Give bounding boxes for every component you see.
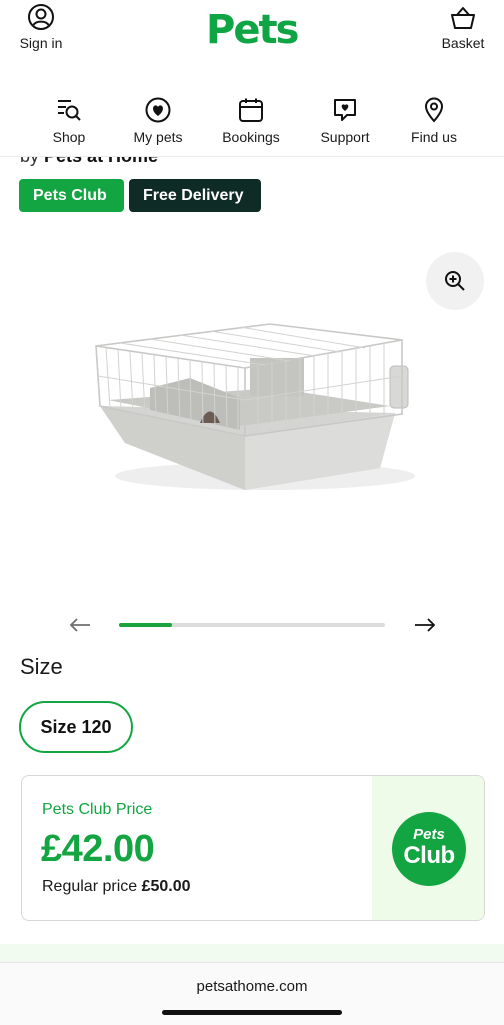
brand-line: by Pets at Home: [20, 157, 158, 167]
sign-in-label: Sign in: [19, 35, 63, 51]
browser-address-bar[interactable]: petsathome.com: [0, 962, 504, 1025]
zoom-button[interactable]: [426, 252, 484, 310]
shop-search-icon: [58, 100, 81, 121]
regular-price-label: Regular price: [42, 878, 138, 895]
gallery-prev-arrow-icon[interactable]: [68, 616, 92, 634]
size-option-120[interactable]: Size 120: [19, 701, 133, 753]
sign-in-button[interactable]: Sign in: [14, 3, 68, 51]
user-icon: [28, 4, 54, 30]
zoom-in-icon: [445, 271, 465, 291]
club-badge-top: Pets: [413, 826, 445, 843]
pets-club-logo: Pets Club: [392, 812, 466, 886]
rabbit-cage-image[interactable]: [90, 318, 420, 498]
nav-bookings-label: Bookings: [222, 129, 280, 145]
regular-price-line: Regular price £50.00: [42, 878, 191, 896]
nav-support[interactable]: Support: [305, 97, 385, 145]
nav-my-pets-label: My pets: [133, 129, 183, 145]
basket-icon: [451, 7, 475, 29]
bottom-green-strip: [0, 944, 504, 962]
url-text: petsathome.com: [196, 978, 308, 995]
club-price-value: £42.00: [41, 828, 155, 870]
nav-support-label: Support: [320, 129, 370, 145]
calendar-icon: [239, 98, 263, 122]
brand-line-clip: by Pets at Home: [0, 157, 504, 169]
gallery-next-arrow-icon[interactable]: [413, 616, 437, 634]
brand-link[interactable]: Pets at Home: [44, 157, 158, 166]
pets-logo[interactable]: Pets: [206, 10, 299, 50]
heart-icon: [145, 97, 171, 123]
home-indicator: [162, 1010, 342, 1015]
nav-bookings[interactable]: Bookings: [211, 97, 291, 145]
location-pin-icon: [424, 97, 444, 123]
gallery-progress-fill: [119, 623, 173, 627]
nav-find-us-label: Find us: [411, 129, 457, 145]
free-delivery-tag: Free Delivery: [129, 179, 261, 212]
pets-club-price-card: Pets Club Price £42.00 Regular price £50…: [21, 775, 485, 921]
nav-my-pets[interactable]: My pets: [118, 97, 198, 145]
nav-shop-label: Shop: [52, 129, 86, 145]
club-badge-bottom: Club: [403, 842, 455, 869]
basket-button[interactable]: Basket: [438, 5, 488, 51]
basket-label: Basket: [441, 35, 485, 51]
nav-find-us[interactable]: Find us: [394, 97, 474, 145]
nav-shop[interactable]: Shop: [29, 97, 109, 145]
club-price-title: Pets Club Price: [42, 801, 153, 818]
regular-price-value: £50.00: [141, 878, 191, 895]
size-heading: Size: [20, 654, 63, 679]
gallery-progress-track: [119, 623, 385, 627]
pets-club-tag: Pets Club: [19, 179, 124, 212]
chat-heart-icon: [334, 99, 356, 121]
